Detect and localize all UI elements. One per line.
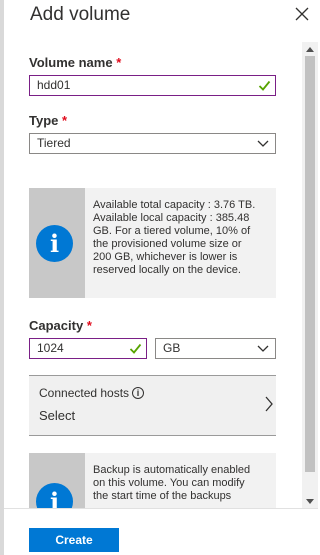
capacity-unit-dropdown[interactable]: GB bbox=[155, 338, 276, 359]
vertical-scrollbar[interactable] bbox=[302, 42, 318, 508]
chevron-down-icon bbox=[257, 345, 269, 352]
panel-title: Add volume bbox=[30, 4, 131, 25]
scroll-up-arrow-icon[interactable] bbox=[302, 42, 318, 56]
chevron-right-icon bbox=[265, 396, 273, 412]
close-icon bbox=[295, 7, 309, 21]
connected-hosts-selector[interactable]: Connected hosts i Select bbox=[29, 375, 276, 436]
backup-info-box: i Backup is automatically enabled on thi… bbox=[29, 453, 276, 508]
volume-name-input[interactable]: hdd01 bbox=[29, 75, 276, 96]
panel-footer: Create bbox=[4, 508, 318, 555]
scroll-down-arrow-icon[interactable] bbox=[302, 494, 318, 508]
type-selected-value: Tiered bbox=[37, 136, 71, 150]
panel-header: Add volume bbox=[4, 0, 318, 42]
connected-hosts-value: Select bbox=[39, 408, 76, 423]
type-dropdown[interactable]: Tiered bbox=[29, 133, 276, 154]
capacity-info-text: Available total capacity : 3.76 TB. Avai… bbox=[93, 199, 256, 276]
info-icon[interactable]: i bbox=[132, 387, 144, 399]
checkmark-icon bbox=[129, 343, 142, 354]
panel-content[interactable]: Volume name * hdd01 Type * Tiered i Avai… bbox=[4, 42, 302, 508]
capacity-unit-value: GB bbox=[163, 341, 181, 355]
capacity-input[interactable]: 1024 bbox=[29, 338, 147, 359]
required-mark: * bbox=[86, 318, 92, 333]
capacity-info-box: i Available total capacity : 3.76 TB. Av… bbox=[29, 188, 276, 298]
info-icon: i bbox=[36, 225, 73, 262]
backup-info-text: Backup is automatically enabled on this … bbox=[93, 464, 251, 502]
checkmark-icon bbox=[258, 80, 271, 91]
required-mark: * bbox=[116, 55, 122, 70]
type-label: Type * bbox=[29, 113, 68, 128]
close-button[interactable] bbox=[292, 4, 312, 24]
capacity-value: 1024 bbox=[37, 341, 64, 355]
chevron-down-icon bbox=[257, 140, 269, 147]
capacity-label: Capacity * bbox=[29, 318, 92, 333]
required-mark: * bbox=[62, 113, 68, 128]
volume-name-value: hdd01 bbox=[37, 78, 71, 92]
scrollbar-thumb[interactable] bbox=[305, 56, 315, 472]
volume-name-label: Volume name * bbox=[29, 55, 122, 70]
connected-hosts-label: Connected hosts bbox=[39, 386, 130, 400]
create-button[interactable]: Create bbox=[29, 528, 119, 552]
